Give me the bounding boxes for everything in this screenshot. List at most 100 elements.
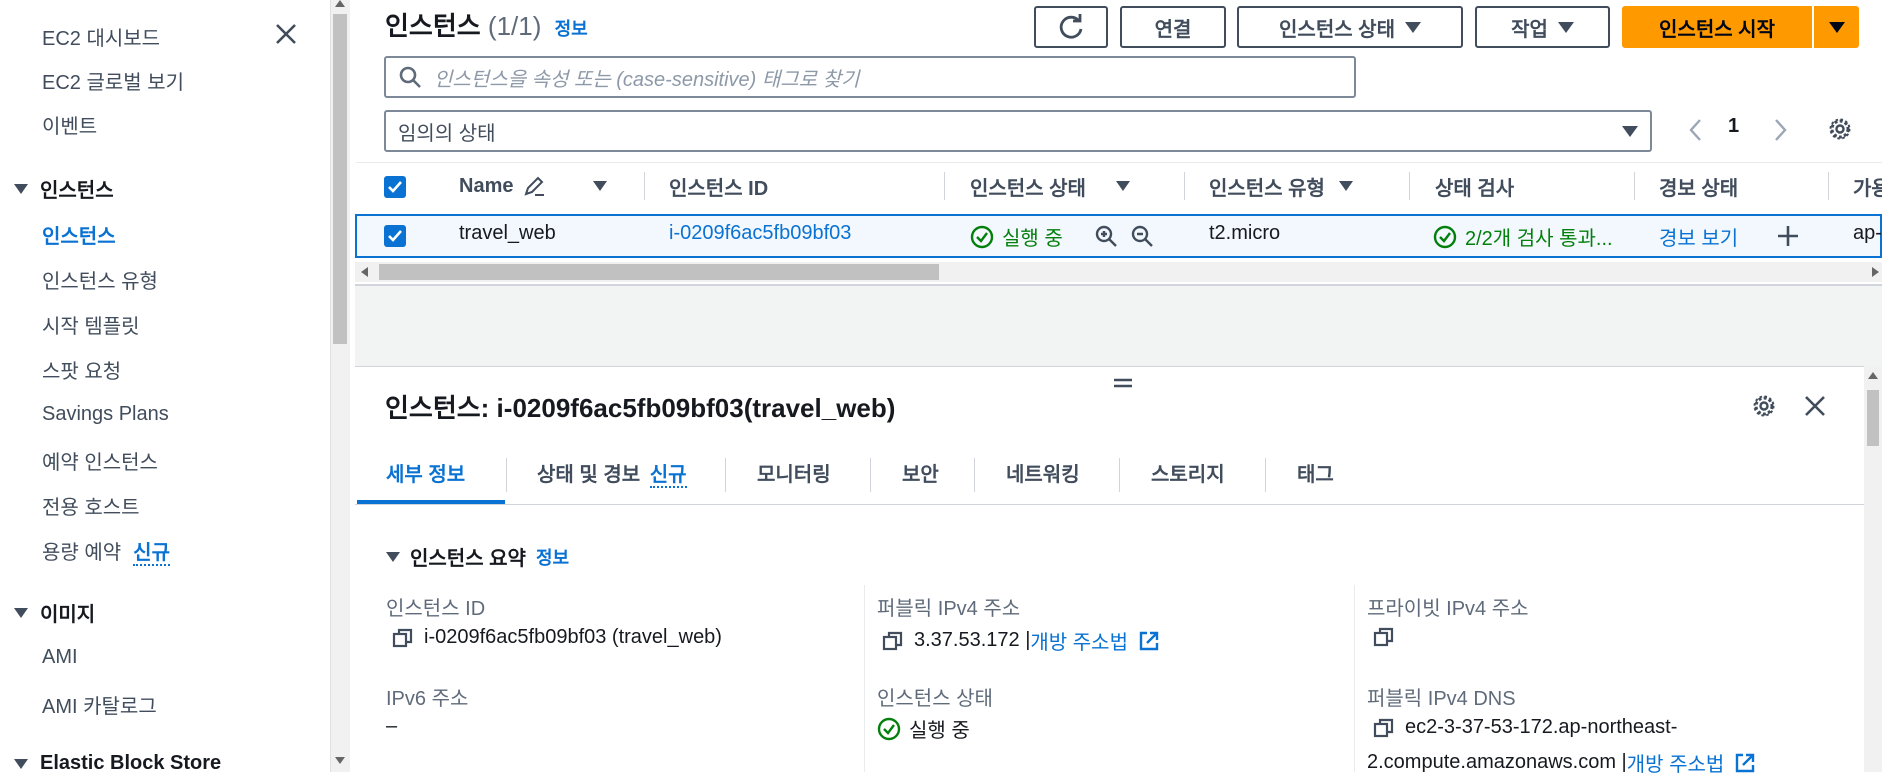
table-scrollbar-thumb[interactable] [379,264,939,280]
zoom-out-icon[interactable] [1130,224,1154,248]
launch-instance-button[interactable]: 인스턴스 시작 [1622,6,1812,48]
prev-page-icon[interactable] [1686,116,1706,144]
column-separator[interactable] [1184,172,1185,200]
sidebar-scrollbar-thumb[interactable] [333,14,347,344]
open-address-link[interactable]: 개방 주소법 [1030,626,1128,655]
detail-scrollbar-thumb[interactable] [1867,390,1879,446]
search-input[interactable]: 인스턴스을 속성 또는 (case-sensitive) 태그로 찾기 [384,56,1356,98]
copy-icon[interactable] [1373,717,1395,739]
launch-instance-menu-button[interactable] [1814,6,1859,48]
summary-info-link[interactable]: 정보 [536,544,569,570]
tab-storage[interactable]: 스토리지 [1151,458,1225,487]
sidebar-section-images[interactable]: 이미지 [14,598,95,627]
table-divider [356,162,1882,163]
next-page-icon[interactable] [1770,116,1790,144]
tab-label: 상태 및 경보 [537,464,641,486]
sort-icon[interactable] [1338,181,1353,191]
instance-state-label: 인스턴스 상태 [1279,18,1395,41]
open-address-link[interactable]: 개방 주소법 [1627,748,1725,777]
column-header-alarm-status[interactable]: 경보 상태 [1659,168,1738,204]
sidebar-item-instance-types[interactable]: 인스턴스 유형 [42,265,158,294]
gear-icon[interactable] [1826,115,1854,143]
state-filter-select[interactable]: 임의의 상태 [384,110,1652,152]
column-separator[interactable] [644,172,645,200]
sidebar-item-launch-templates[interactable]: 시작 템플릿 [42,310,140,339]
column-header-availability-zone[interactable]: 가용 [1853,168,1882,204]
page-number[interactable]: 1 [1728,115,1739,138]
select-all-checkbox[interactable] [384,176,406,198]
tab-monitoring[interactable]: 모니터링 [757,458,831,487]
instance-state-value: 실행 중 [877,714,970,743]
scroll-down-icon[interactable] [335,757,345,764]
tab-details[interactable]: 세부 정보 [386,458,465,487]
column-separator[interactable] [1409,172,1410,200]
caret-down-icon [1404,21,1421,33]
column-header-instance-id[interactable]: 인스턴스 ID [669,168,768,204]
view-alarms-link[interactable]: 경보 보기 [1659,222,1738,251]
refresh-button[interactable] [1034,6,1108,48]
column-header-instance-state[interactable]: 인스턴스 상태 [970,168,1130,204]
private-ipv4-label: 프라이빗 IPv4 주소 [1367,598,1529,620]
sidebar-item-instances[interactable]: 인스턴스 [42,220,116,249]
ipv6-label: IPv6 주소 [386,688,469,710]
sidebar-item-label: 용량 예약 [42,542,122,564]
sidebar-item-ami[interactable]: AMI [42,646,78,669]
instance-summary-header[interactable]: 인스턴스 요약 정보 [386,542,569,571]
sort-icon[interactable] [1115,181,1130,191]
sidebar-item-ec2-global-view[interactable]: EC2 글로벌 보기 [42,66,184,95]
tab-security[interactable]: 보안 [902,458,939,487]
summary-title: 인스턴스 요약 [410,548,526,570]
tab-status-alarms[interactable]: 상태 및 경보 신규 [537,458,687,488]
plus-icon[interactable] [1776,224,1800,248]
external-link-icon[interactable] [1734,752,1756,774]
connect-button[interactable]: 연결 [1120,6,1226,48]
column-header-instance-type[interactable]: 인스턴스 유형 [1209,168,1353,204]
table-row[interactable] [355,214,1882,258]
instance-state-dropdown[interactable]: 인스턴스 상태 [1237,6,1463,48]
row-instance-id-link[interactable]: i-0209f6ac5fb09bf03 [669,222,851,245]
caret-down-icon [1557,21,1574,33]
row-name: travel_web [459,222,556,244]
sidebar-item-ami-catalog[interactable]: AMI 카탈로그 [42,690,157,719]
column-separator[interactable] [1634,172,1635,200]
detail-close-icon[interactable] [1803,394,1827,418]
split-divider [355,366,1882,367]
sidebar-item-reserved-instances[interactable]: 예약 인스턴스 [42,446,158,475]
info-link[interactable]: 정보 [555,19,588,39]
scroll-up-icon[interactable] [335,0,345,7]
sidebar-item-capacity-reservations[interactable]: 용량 예약 신규 [42,536,170,566]
sidebar-item-savings-plans[interactable]: Savings Plans [42,403,169,426]
copy-icon[interactable] [392,627,414,649]
actions-dropdown[interactable]: 작업 [1475,6,1610,48]
caret-down-icon [14,183,28,194]
column-separator[interactable] [1828,172,1829,200]
column-header-status-check[interactable]: 상태 검사 [1435,168,1514,204]
column-header-name[interactable]: Name [459,168,608,204]
sidebar-item-ec2-dashboard[interactable]: EC2 대시보드 [42,22,160,51]
sidebar-section-instances[interactable]: 인스턴스 [14,174,114,203]
resize-handle-icon[interactable] [1113,376,1133,390]
row-checkbox[interactable] [384,225,406,247]
tab-separator [974,458,975,492]
sidebar-item-dedicated-hosts[interactable]: 전용 호스트 [42,491,140,520]
tab-networking[interactable]: 네트워킹 [1006,458,1080,487]
sort-icon[interactable] [593,181,608,191]
tab-tags[interactable]: 태그 [1297,458,1334,487]
copy-icon[interactable] [1373,626,1395,648]
public-ipv4-label: 퍼블릭 IPv4 주소 [877,598,1021,620]
scroll-right-icon[interactable] [1872,267,1879,277]
column-header-label: 인스턴스 ID [669,177,769,200]
external-link-icon[interactable] [1138,630,1160,652]
public-ipv4-value: 3.37.53.172 | 개방 주소법 [882,626,1160,655]
close-icon[interactable] [274,22,298,46]
detail-gear-icon[interactable] [1750,392,1778,420]
copy-icon[interactable] [882,630,904,652]
instance-state-label: 인스턴스 상태 [877,688,993,710]
zoom-in-icon[interactable] [1094,224,1118,248]
sidebar-item-spot-requests[interactable]: 스팟 요청 [42,355,121,384]
column-separator[interactable] [944,172,945,200]
scroll-left-icon[interactable] [361,267,368,277]
sidebar-item-events[interactable]: 이벤트 [42,110,97,139]
public-dns-text: 2.compute.amazonaws.com | [1367,751,1627,773]
scroll-up-icon[interactable] [1868,372,1878,379]
